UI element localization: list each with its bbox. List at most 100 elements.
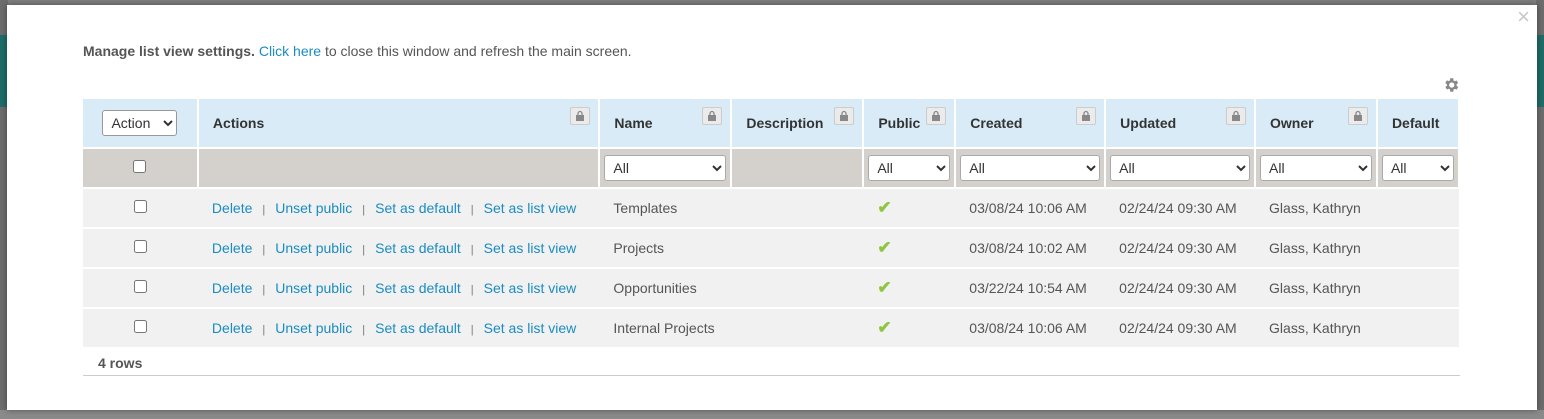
bulk-action-select[interactable]: Action [102,110,178,136]
row-checkbox[interactable] [133,200,147,213]
row-created: 03/22/24 10:54 AM [955,268,1106,309]
row-created: 03/08/24 10:02 AM [955,228,1106,269]
table-row: Delete | Unset public | Set as default | Set a… [83,268,1459,309]
table-header-row: Action Actions Name Description Public C… [83,99,1461,149]
filter-name-cell: All [599,148,733,189]
col-header-label: Description [746,115,824,131]
close-icon[interactable]: × [1517,6,1530,28]
col-header-label: Name [614,115,653,131]
background-app-right-banner [1536,35,1544,107]
owner-filter-select[interactable]: All [1260,155,1372,181]
unset-public-link[interactable]: Unset public [275,200,352,216]
default-filter-select[interactable]: All [1381,155,1454,181]
separator: | [470,244,474,256]
lock-icon[interactable] [570,107,591,125]
lock-icon[interactable] [834,107,855,125]
filter-select-all-cell [83,148,199,189]
delete-link[interactable]: Delete [212,320,252,336]
name-filter-select[interactable]: All [604,155,727,181]
col-header-public[interactable]: Public [863,99,957,149]
col-header-description[interactable]: Description [731,99,865,149]
delete-link[interactable]: Delete [212,200,252,216]
select-all-checkbox[interactable] [133,160,147,173]
set-default-link[interactable]: Set as default [375,320,461,336]
row-actions-cell: Delete | Unset public | Set as default | Set a… [197,268,600,309]
set-default-link[interactable]: Set as default [375,200,461,216]
set-default-link[interactable]: Set as default [375,280,461,296]
created-filter-select[interactable]: All [960,155,1101,181]
row-public: ✔ [863,308,956,349]
separator: | [262,324,266,336]
row-updated: 02/24/24 09:30 AM [1105,308,1256,349]
list-views-table: Action Actions Name Description Public C… [83,99,1461,349]
filter-updated-cell: All [1105,148,1257,189]
row-description [731,308,864,349]
row-checkbox[interactable] [133,280,147,293]
row-select-cell [83,268,198,309]
separator: | [262,284,266,296]
separator: | [362,204,366,216]
lock-icon[interactable] [1226,107,1247,125]
set-default-link[interactable]: Set as default [375,240,461,256]
check-icon: ✔ [877,198,892,217]
filter-row: All All All All All All [83,148,1461,189]
intro-rest: to close this window and refresh the mai… [321,43,632,59]
row-checkbox[interactable] [133,320,147,333]
row-public: ✔ [863,268,956,309]
row-actions-cell: Delete | Unset public | Set as default | Set a… [197,308,600,349]
row-name: Projects [599,228,732,269]
col-header-updated[interactable]: Updated [1105,99,1257,149]
set-list-view-link[interactable]: Set as list view [484,200,577,216]
filter-description-cell [731,148,865,189]
col-header-owner[interactable]: Owner [1255,99,1378,149]
separator: | [470,284,474,296]
delete-link[interactable]: Delete [212,280,252,296]
col-header-default[interactable]: Default [1376,99,1461,149]
table-footer: 4 rows [83,355,1460,376]
unset-public-link[interactable]: Unset public [275,240,352,256]
set-list-view-link[interactable]: Set as list view [484,320,577,336]
close-refresh-link[interactable]: Click here [259,43,321,59]
filter-default-cell: All [1376,148,1461,189]
row-checkbox[interactable] [133,240,147,253]
lock-icon[interactable] [1076,107,1097,125]
unset-public-link[interactable]: Unset public [275,320,352,336]
check-icon: ✔ [877,318,892,337]
row-owner: Glass, Kathryn [1255,188,1377,229]
row-created: 03/08/24 10:06 AM [955,308,1106,349]
public-filter-select[interactable]: All [868,155,951,181]
separator: | [470,324,474,336]
row-name: Templates [599,188,732,229]
col-header-label: Actions [212,115,265,131]
col-header-label: Updated [1120,115,1177,131]
row-default [1376,228,1459,269]
set-list-view-link[interactable]: Set as list view [484,280,577,296]
row-updated: 02/24/24 09:30 AM [1105,188,1256,229]
delete-link[interactable]: Delete [212,240,252,256]
unset-public-link[interactable]: Unset public [275,280,352,296]
table-row: Delete | Unset public | Set as default | Set a… [83,308,1459,349]
row-created: 03/08/24 10:06 AM [955,188,1106,229]
col-header-label: Public [878,115,921,131]
lock-icon[interactable] [1347,107,1368,125]
col-header-label: Default [1391,115,1440,131]
updated-filter-select[interactable]: All [1110,155,1251,181]
lock-icon[interactable] [926,107,947,125]
row-description [731,228,864,269]
gear-icon[interactable] [1442,76,1460,94]
row-name: Internal Projects [599,308,732,349]
lock-icon[interactable] [702,107,723,125]
col-header-name[interactable]: Name [599,99,733,149]
separator: | [262,244,266,256]
row-updated: 02/24/24 09:30 AM [1105,268,1256,309]
col-header-created[interactable]: Created [955,99,1107,149]
row-select-cell [83,188,198,229]
row-description [731,268,864,309]
check-icon: ✔ [877,238,892,257]
set-list-view-link[interactable]: Set as list view [484,240,577,256]
row-public: ✔ [863,228,956,269]
col-header-label: Created [970,115,1023,131]
row-owner: Glass, Kathryn [1255,268,1377,309]
separator: | [470,204,474,216]
row-actions-cell: Delete | Unset public | Set as default | Set a… [197,188,600,229]
